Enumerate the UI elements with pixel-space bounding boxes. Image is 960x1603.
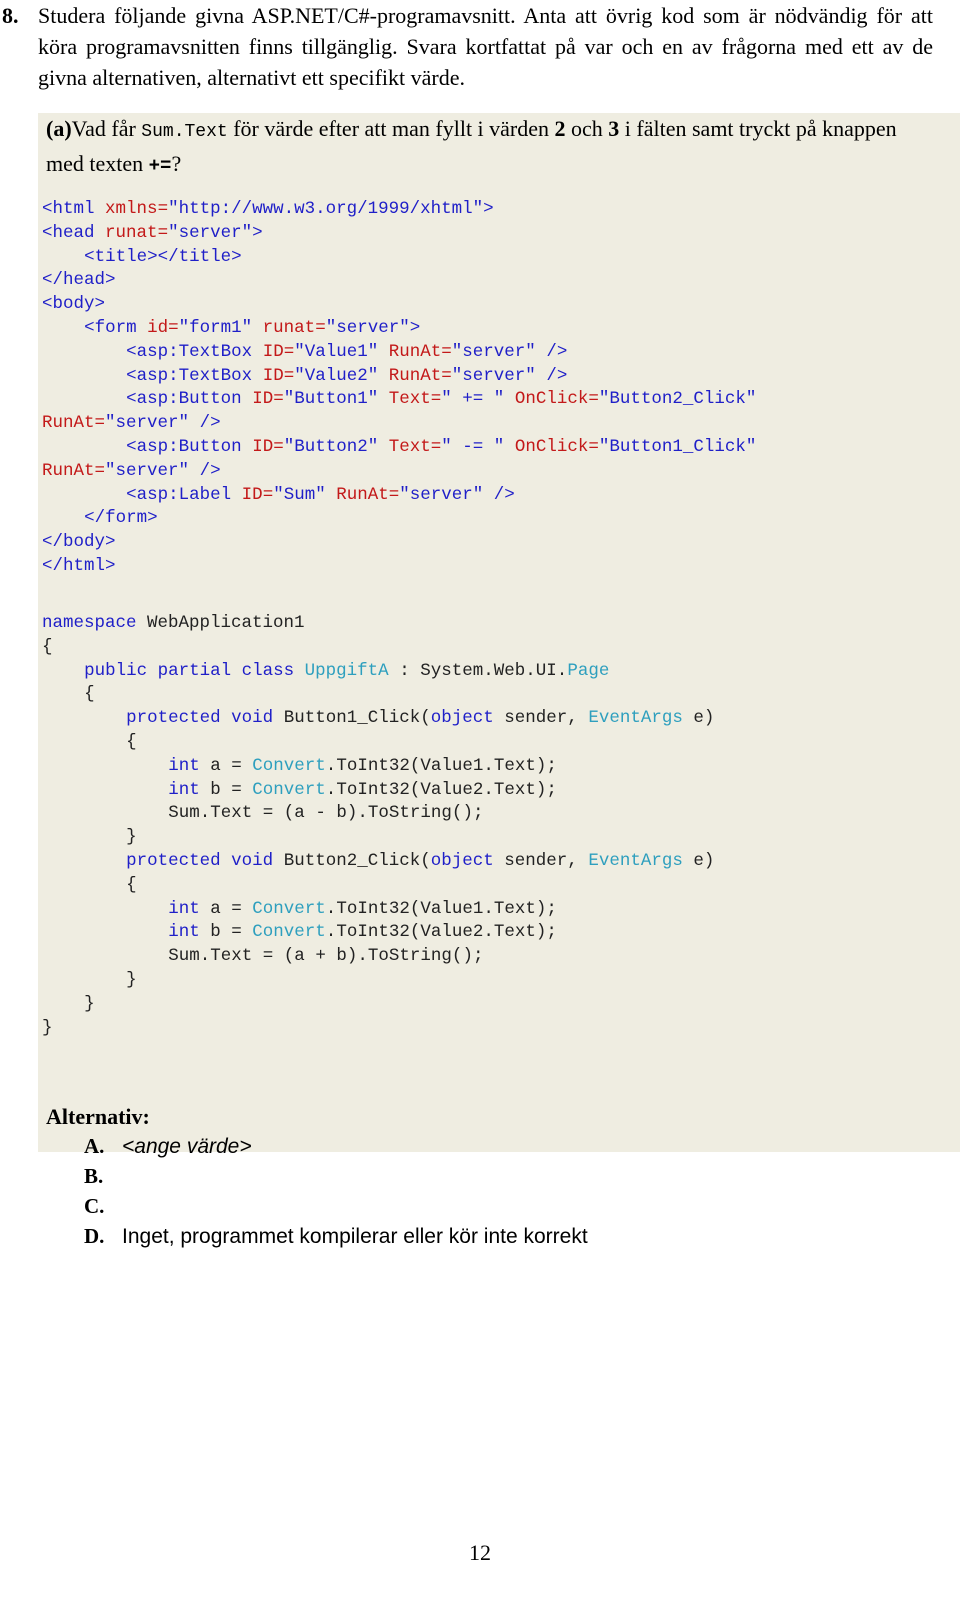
subquestion-text-part1: Vad får — [71, 116, 142, 141]
subquestion-text-part5: ? — [171, 151, 182, 176]
alternative-option-c[interactable]: C. — [46, 1194, 918, 1224]
question-block: 8. Studera följande givna ASP.NET/C#-pro… — [0, 0, 935, 93]
question-text: Studera följande givna ASP.NET/C#-progra… — [38, 3, 933, 90]
subquestion-value-b: 3 — [608, 116, 620, 141]
alternative-option-b[interactable]: B. — [46, 1164, 918, 1194]
subquestion-a: (a)Vad får Sum.Text för värde efter att … — [38, 113, 938, 182]
alternative-letter: D. — [84, 1224, 105, 1248]
subquestion-value-a: 2 — [554, 116, 566, 141]
page-number: 12 — [469, 1540, 491, 1565]
alternative-option-d[interactable]: D. Inget, programmet kompilerar eller kör… — [46, 1224, 918, 1254]
question-number: 8. — [2, 3, 19, 28]
subquestion-text-part3: och — [565, 116, 609, 141]
alternatives-list: A. <ange värde> B. C. D. Inget, programmet ko… — [46, 1134, 918, 1254]
csharp-code-listing: namespace WebApplication1 { public parti… — [42, 613, 715, 1038]
alternatives-section: Alternativ: A. <ange värde> B. C. D. Inget, p… — [38, 1102, 918, 1254]
alternatives-title: Alternativ: — [46, 1104, 150, 1129]
subquestion-text-part2: för värde efter att man fyllt i värden — [227, 116, 555, 141]
subquestion-label: (a) — [46, 116, 72, 141]
aspx-markup-code-listing: <html xmlns="http://www.w3.org/1999/xhtm… — [42, 199, 757, 576]
alternative-option-a[interactable]: A. <ange värde> — [46, 1134, 918, 1164]
alternative-text: Inget, programmet kompilerar eller kör i… — [122, 1225, 588, 1248]
alternative-letter: B. — [84, 1164, 104, 1188]
alternative-letter: A. — [84, 1134, 105, 1158]
subquestion-operator: += — [148, 155, 172, 177]
subquestion-code-reference: Sum.Text — [141, 122, 228, 142]
alternative-letter: C. — [84, 1194, 105, 1218]
alternative-text: <ange värde> — [122, 1135, 252, 1158]
